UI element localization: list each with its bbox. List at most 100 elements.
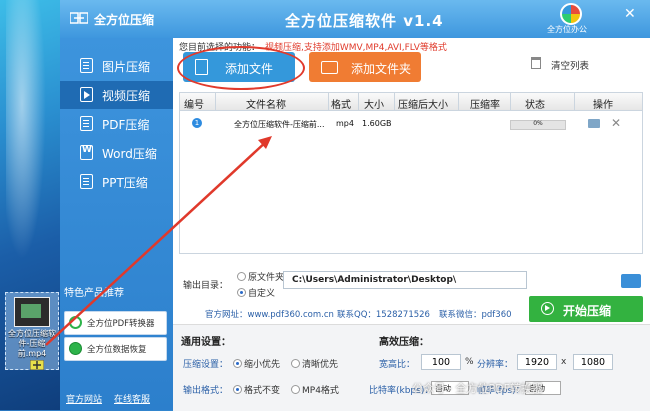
column-header: 格式 <box>331 100 351 111</box>
video-thumbnail-icon <box>14 297 50 327</box>
trash-icon[interactable] <box>531 57 541 69</box>
resolution-height-input[interactable] <box>573 354 613 370</box>
table-row[interactable]: 1 全方位压缩软件-压缩前... mp4 1.60GB 0% ✕ <box>180 111 642 137</box>
sidebar-item-label: PPT压缩 <box>102 176 148 190</box>
radio-custom-folder[interactable] <box>237 288 246 297</box>
radio-source-folder[interactable] <box>237 272 246 281</box>
aspect-ratio-input[interactable] <box>421 354 461 370</box>
sidebar: 图片压缩 视频压缩 PDF压缩 Word压缩 PPT压缩 特色产品推荐 全方位P… <box>60 38 173 410</box>
file-icon <box>195 59 208 75</box>
column-header: 编号 <box>184 100 204 111</box>
radio-label: MP4格式 <box>302 386 339 396</box>
radio-label: 清晰优先 <box>302 360 339 370</box>
wechat-info: 联系微信：pdf360 <box>439 310 512 320</box>
progress-text: 0% <box>533 120 543 127</box>
add-file-label: 添加文件 <box>225 62 274 76</box>
delete-row-icon[interactable]: ✕ <box>611 116 621 130</box>
column-divider <box>510 93 511 110</box>
image-icon <box>80 58 93 73</box>
desktop-file-name: 全方位压缩软件-压缩前.mp4 <box>8 329 56 358</box>
priority-label: 压缩设置： <box>183 360 229 370</box>
fps-select[interactable]: 自动 <box>525 381 561 395</box>
website-info: 官方网址：www.pdf360.com.cn <box>205 310 334 320</box>
column-divider <box>394 93 395 110</box>
promo-label: 全方位数据恢复 <box>87 345 147 355</box>
promo-data-recovery[interactable]: 全方位数据恢复 <box>64 337 167 361</box>
column-divider <box>215 93 216 110</box>
radio-format-mp4[interactable] <box>291 385 300 394</box>
data-recovery-icon <box>69 342 82 355</box>
radio-clarity-first[interactable] <box>291 359 300 368</box>
settings-panel: 通用设置： 高效压缩： 压缩设置： 缩小优先 清晰优先 输出格式： 格式不变 M… <box>173 324 650 411</box>
file-name-cell: 全方位压缩软件-压缩前... <box>234 120 325 129</box>
open-folder-icon[interactable] <box>588 119 600 128</box>
drag-cursor-icon <box>30 360 44 370</box>
browse-folder-icon[interactable] <box>621 274 641 288</box>
video-icon <box>80 87 93 102</box>
window-title: 全方位压缩软件 v1.4 <box>285 12 444 30</box>
sidebar-item-label: 图片压缩 <box>102 60 151 74</box>
column-header: 状态 <box>525 100 545 111</box>
radio-format-keep[interactable] <box>233 385 242 394</box>
add-folder-button[interactable]: 添加文件夹 <box>309 52 421 82</box>
app-logo-text: 全方位压缩 <box>94 13 155 27</box>
desktop-light-glow <box>6 0 46 260</box>
progress-bar: 0% <box>510 120 566 130</box>
general-settings-title: 通用设置： <box>181 337 231 348</box>
brand-text: 全方位办公 <box>547 25 587 34</box>
add-file-button[interactable]: 添加文件 <box>183 52 295 82</box>
resolution-width-input[interactable] <box>517 354 557 370</box>
sidebar-item-label: 视频压缩 <box>102 89 151 103</box>
sidebar-item-pdf[interactable]: PDF压缩 <box>60 110 173 138</box>
sidebar-item-image[interactable]: 图片压缩 <box>60 52 173 80</box>
advanced-settings-title: 高效压缩： <box>379 337 429 348</box>
qq-info: 联系QQ：1528271526 <box>337 310 430 320</box>
output-dir-label: 输出目录： <box>183 281 229 291</box>
column-header: 压缩后大小 <box>398 100 448 111</box>
sidebar-item-label: PDF压缩 <box>102 118 150 132</box>
output-format-label: 输出格式： <box>183 386 229 396</box>
promo-label: 全方位PDF转换器 <box>87 319 155 329</box>
column-header: 文件名称 <box>246 100 286 111</box>
close-button[interactable]: ✕ <box>624 6 636 22</box>
column-divider <box>574 93 575 110</box>
column-header: 大小 <box>364 100 384 111</box>
start-compress-label: 开始压缩 <box>563 304 612 318</box>
resolution-separator: x <box>561 357 567 367</box>
clear-list-button[interactable]: 清空列表 <box>551 58 589 72</box>
sidebar-item-video[interactable]: 视频压缩 <box>60 81 173 109</box>
radio-label: 原文件夹 <box>248 273 285 283</box>
online-support-link[interactable]: 在线客服 <box>114 392 150 405</box>
start-compress-button[interactable]: 开始压缩 <box>529 296 643 322</box>
resolution-label: 分辨率： <box>477 360 514 370</box>
format-cell: mp4 <box>336 119 354 128</box>
table-header: 编号 文件名称 格式 大小 压缩后大小 压缩率 状态 操作 <box>180 93 642 111</box>
size-cell: 1.60GB <box>362 119 392 128</box>
fps-label: 帧率(fps)： <box>477 386 525 396</box>
ppt-icon <box>80 174 93 189</box>
radio-label: 格式不变 <box>244 386 281 396</box>
app-window: 全方位压缩 全方位压缩软件 v1.4 全方位办公 ✕ 图片压缩 视频压缩 PDF… <box>60 0 650 411</box>
percent-unit: % <box>465 357 474 367</box>
radio-smaller-first[interactable] <box>233 359 242 368</box>
radio-label: 自定义 <box>248 289 276 299</box>
featured-products-title: 特色产品推荐 <box>64 288 124 299</box>
column-header: 操作 <box>593 100 613 111</box>
main-panel: 您目前选择的功能： 视频压缩,支持添加WMV,MP4,AVI,FLV等格式 添加… <box>173 38 650 411</box>
add-folder-label: 添加文件夹 <box>351 62 412 76</box>
sidebar-item-word[interactable]: Word压缩 <box>60 139 173 167</box>
play-icon <box>541 302 554 315</box>
desktop-video-file[interactable]: 全方位压缩软件-压缩前.mp4 <box>5 292 59 370</box>
column-divider <box>358 93 359 110</box>
brand-logo-icon <box>560 3 582 25</box>
aspect-ratio-label: 宽高比： <box>379 360 416 370</box>
column-header: 压缩率 <box>470 100 500 111</box>
app-logo-icon <box>70 12 88 24</box>
row-number: 1 <box>192 118 202 128</box>
column-divider <box>458 93 459 110</box>
promo-pdf-converter[interactable]: 全方位PDF转换器 <box>64 311 167 335</box>
bitrate-select[interactable]: 自动 <box>431 381 469 395</box>
sidebar-item-ppt[interactable]: PPT压缩 <box>60 168 173 196</box>
official-site-link[interactable]: 官方网站 <box>66 392 102 405</box>
output-path-input[interactable] <box>283 271 527 289</box>
